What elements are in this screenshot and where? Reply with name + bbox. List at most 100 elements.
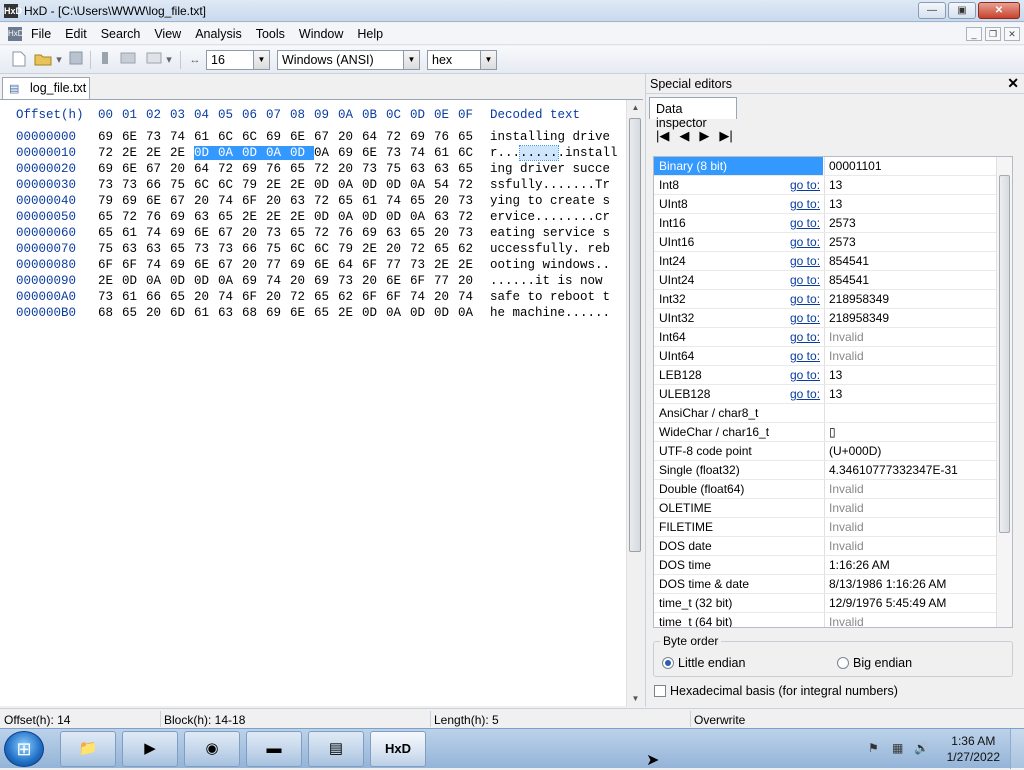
byte-cell[interactable]: 69 (410, 130, 434, 144)
inspector-field-value[interactable]: 13 (829, 387, 995, 401)
byte-cell[interactable]: 65 (338, 194, 362, 208)
inspector-row[interactable]: ULEB128 go to: 13 (654, 385, 997, 404)
byte-cell[interactable]: 20 (338, 162, 362, 176)
byte-cell[interactable]: 0A (314, 146, 338, 160)
inspector-field-value[interactable]: 854541 (829, 254, 995, 268)
offset-base-select[interactable]: hex ▼ (427, 50, 497, 70)
byte-cell[interactable]: 73 (386, 146, 410, 160)
byte-cell[interactable]: 2E (434, 258, 458, 272)
hex-row[interactable]: 00000020 69 6E 67 20 64 72 69 76 65 72 20 73 75 63 63 65… (16, 162, 610, 176)
byte-cell[interactable]: 20 (434, 194, 458, 208)
mdi-close-button[interactable]: ✕ (1004, 27, 1020, 41)
byte-cell[interactable]: 63 (194, 210, 218, 224)
tab-data-inspector[interactable]: Data inspector (649, 97, 737, 130)
goto-link[interactable]: go to: (790, 178, 820, 192)
inspector-row[interactable]: OLETIME Invalid (654, 499, 997, 518)
byte-cell[interactable]: 74 (458, 290, 482, 304)
byte-cell[interactable]: 6F (362, 290, 386, 304)
byte-cell[interactable]: 69 (242, 162, 266, 176)
inspector-row[interactable]: time_t (64 bit) Invalid (654, 613, 997, 627)
byte-cell[interactable]: 72 (218, 162, 242, 176)
action-center-flag-icon[interactable]: ⚑ (868, 741, 879, 755)
byte-cell[interactable]: 69 (338, 146, 362, 160)
hex-row[interactable]: 00000010 72 2E 2E 2E 0D 0A 0D 0A 0D 0A 69 6E 73 74 61 6C… (16, 145, 618, 161)
byte-cell[interactable]: 6E (194, 258, 218, 272)
last-byte-icon[interactable]: ▶| (719, 128, 732, 144)
byte-cell[interactable]: 0A (266, 146, 290, 160)
byte-cell[interactable]: 72 (410, 242, 434, 256)
byte-cell[interactable]: 75 (170, 178, 194, 192)
menu-window[interactable]: Window (292, 27, 350, 41)
chevron-down-icon[interactable]: ▼ (253, 51, 269, 69)
hex-row[interactable]: 00000080 6F 6F 74 69 6E 67 20 77 69 6E 64 6F 77 73 2E 2E… (16, 258, 610, 272)
byte-cell[interactable]: 61 (194, 306, 218, 320)
byte-cell[interactable]: 73 (194, 242, 218, 256)
inspector-field-value[interactable]: 13 (829, 178, 995, 192)
byte-cell[interactable]: 0A (410, 210, 434, 224)
volume-icon[interactable]: 🔊 (914, 741, 929, 755)
byte-cell[interactable]: 2E (458, 258, 482, 272)
byte-cell[interactable]: 6F (410, 274, 434, 288)
byte-cell[interactable]: 20 (194, 290, 218, 304)
menu-edit[interactable]: Edit (58, 27, 94, 41)
byte-cell[interactable]: 0D (194, 274, 218, 288)
hxd-taskbar-icon[interactable]: HxD (370, 731, 426, 767)
hex-editor[interactable]: Offset(h) 00 01 02 03 04 05 06 07 08 09 0A 0B 0C 0D 0E 0… (0, 99, 644, 707)
decoded-text[interactable]: safe to reboot t (490, 290, 610, 304)
byte-cell[interactable]: 2E (266, 210, 290, 224)
byte-cell[interactable]: 67 (218, 226, 242, 240)
byte-cell[interactable]: 73 (338, 274, 362, 288)
inspector-field-value[interactable]: 2573 (829, 216, 995, 230)
tab-log-file[interactable]: ▤ log_file.txt (2, 77, 90, 99)
network-icon[interactable]: ▦ (892, 741, 903, 755)
byte-cell[interactable]: 68 (242, 306, 266, 320)
inspector-field-value[interactable]: 218958349 (829, 292, 995, 306)
inspector-row[interactable]: UTF-8 code point (U+000D) (654, 442, 997, 461)
byte-cell[interactable]: 6E (122, 162, 146, 176)
byte-cell[interactable]: 20 (362, 274, 386, 288)
hex-row[interactable]: 00000000 69 6E 73 74 61 6C 6C 69 6E 67 20 64 72 69 76 65… (16, 130, 610, 144)
inspector-field-value[interactable]: 00001101 (829, 159, 995, 173)
open-folder-icon[interactable] (32, 51, 54, 69)
byte-cell[interactable]: 73 (266, 226, 290, 240)
scroll-up-icon[interactable]: ▲ (627, 100, 644, 116)
byte-cell[interactable]: 72 (458, 178, 482, 192)
byte-cell[interactable]: 69 (170, 258, 194, 272)
byte-cell[interactable]: 0D (242, 146, 266, 160)
inspector-field-value[interactable]: Invalid (829, 501, 995, 515)
byte-cell[interactable]: 69 (170, 226, 194, 240)
goto-link[interactable]: go to: (790, 311, 820, 325)
menu-help[interactable]: Help (350, 27, 390, 41)
byte-cell[interactable]: 75 (386, 162, 410, 176)
byte-cell[interactable]: 76 (146, 210, 170, 224)
decoded-text[interactable]: uccessfully. reb (490, 242, 610, 256)
byte-cell[interactable]: 65 (218, 210, 242, 224)
hex-row[interactable]: 00000060 65 61 74 69 6E 67 20 73 65 72 76 69 63 65 20 73… (16, 226, 610, 240)
byte-cell[interactable]: 65 (410, 194, 434, 208)
chevron-down-icon[interactable]: ▼ (403, 51, 419, 69)
byte-cell[interactable]: 62 (458, 242, 482, 256)
byte-cell[interactable]: 6F (122, 258, 146, 272)
byte-cell[interactable]: 76 (266, 162, 290, 176)
byte-cell[interactable]: 66 (146, 290, 170, 304)
decoded-text[interactable]: ing driver succe (490, 162, 610, 176)
byte-cell[interactable]: 0A (218, 146, 242, 160)
byte-cell[interactable]: 74 (146, 226, 170, 240)
inspector-row[interactable]: UInt64 go to: Invalid (654, 347, 997, 366)
inspector-row[interactable]: AnsiChar / char8_t (654, 404, 997, 423)
goto-link[interactable]: go to: (790, 368, 820, 382)
byte-cell[interactable]: 0D (314, 178, 338, 192)
byte-cell[interactable]: 20 (242, 258, 266, 272)
byte-cell[interactable]: 74 (386, 194, 410, 208)
window-dropdown-chevron-icon[interactable]: ▾ (164, 51, 174, 69)
byte-cell[interactable]: 6F (362, 258, 386, 272)
window-icon[interactable] (144, 51, 164, 69)
byte-cell[interactable]: 76 (434, 130, 458, 144)
byte-cell[interactable]: 2E (170, 146, 194, 160)
byte-cell[interactable]: 2E (290, 178, 314, 192)
save-icon[interactable] (66, 51, 86, 69)
byte-cell[interactable]: 72 (314, 162, 338, 176)
byte-cell[interactable]: 20 (290, 274, 314, 288)
byte-cell[interactable]: 20 (194, 194, 218, 208)
byte-cell[interactable]: 2E (242, 210, 266, 224)
